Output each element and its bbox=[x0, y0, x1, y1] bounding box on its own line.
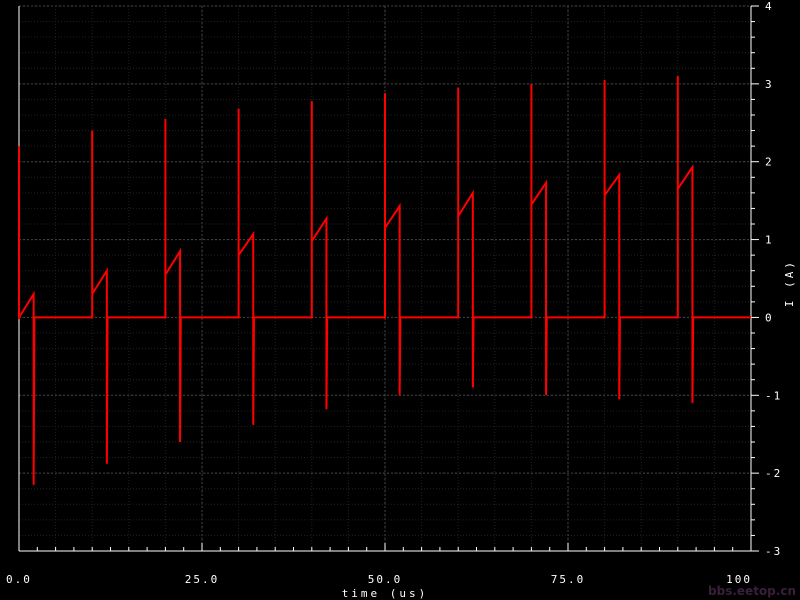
x-axis-title: time (us) bbox=[342, 587, 429, 600]
y-tick-label: 0 bbox=[765, 311, 774, 324]
x-tick-label: 25.0 bbox=[185, 573, 220, 586]
y-tick-label: 1 bbox=[765, 234, 774, 247]
y-tick-label: 2 bbox=[765, 156, 774, 169]
watermark: bbs.eetop.cn bbox=[708, 584, 796, 598]
x-tick-label: 0.0 bbox=[6, 573, 32, 586]
y-tick-label: -3 bbox=[765, 545, 782, 558]
x-tick-label: 50.0 bbox=[368, 573, 403, 586]
x-tick-label: 75.0 bbox=[551, 573, 586, 586]
current-vs-time-chart: 0.0 25.0 50.0 75.0 100 -3-2-101234 time (us)… bbox=[0, 0, 800, 600]
y-tick-label: 4 bbox=[765, 0, 774, 13]
y-tick-label: -2 bbox=[765, 467, 782, 480]
y-tick-label: -1 bbox=[765, 389, 782, 402]
y-axis-title: I (A) bbox=[783, 259, 796, 307]
y-tick-label: 3 bbox=[765, 78, 774, 91]
